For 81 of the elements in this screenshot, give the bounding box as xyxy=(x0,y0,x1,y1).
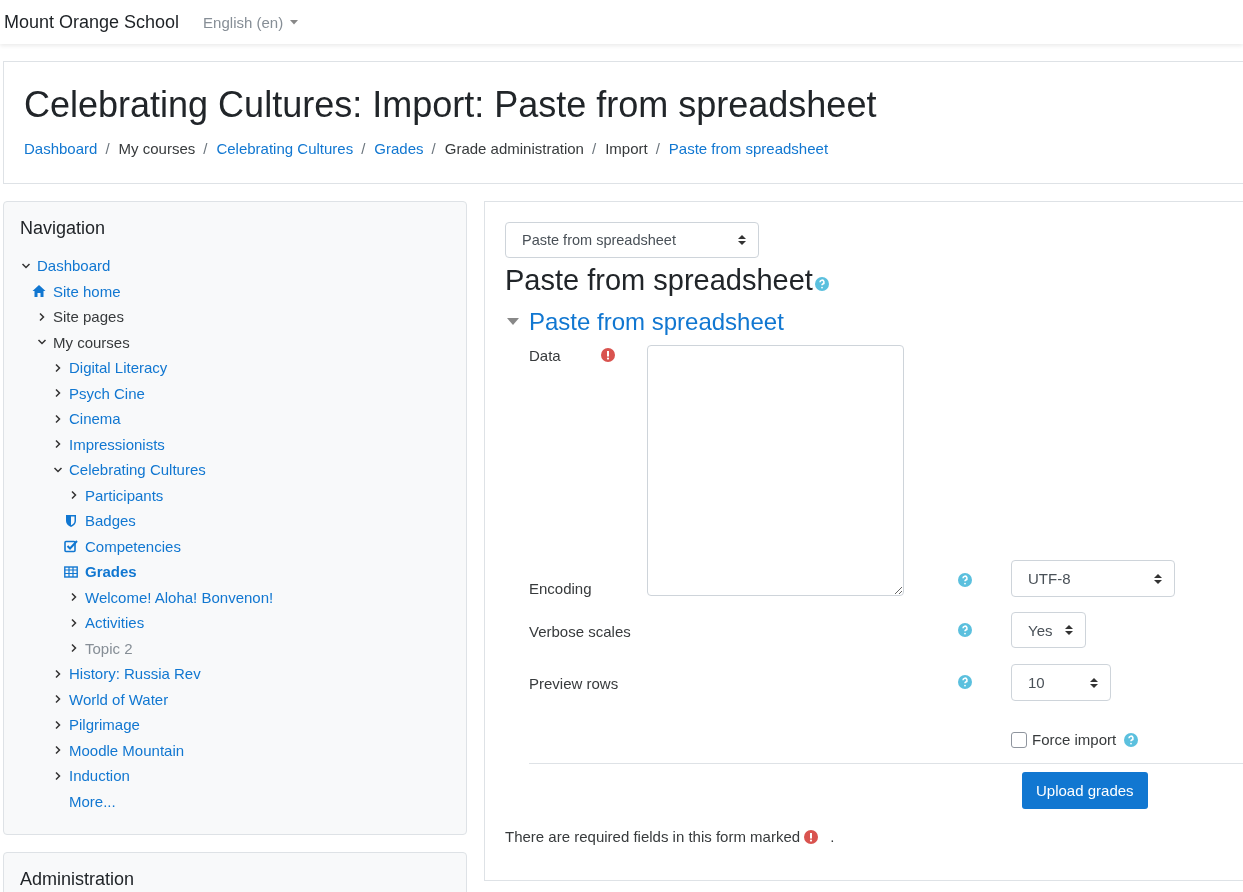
nav-item[interactable]: Psych Cine xyxy=(69,384,145,402)
nav-item[interactable]: Activities xyxy=(85,614,145,632)
chevron-right-icon[interactable] xyxy=(53,694,63,705)
block-title: Administration xyxy=(20,869,136,890)
chevron-right-icon[interactable] xyxy=(53,413,63,424)
nav-item[interactable]: Dashboard xyxy=(37,257,111,275)
chevron-right-icon[interactable] xyxy=(53,388,63,399)
caret-icon xyxy=(290,19,299,25)
nav-item[interactable]: Site home xyxy=(53,282,121,300)
required-icon xyxy=(804,829,819,844)
chevron-right-icon[interactable] xyxy=(69,592,79,603)
chevron-right-icon[interactable] xyxy=(69,490,79,501)
verbose-scales-select[interactable]: Yes xyxy=(1011,612,1086,648)
collapse-triangle-icon[interactable] xyxy=(507,318,519,326)
nav-item[interactable]: Cinema xyxy=(69,410,121,428)
breadcrumb-link[interactable]: Dashboard xyxy=(24,140,98,157)
chevron-right-icon[interactable] xyxy=(53,745,63,756)
breadcrumb-separator: / xyxy=(591,140,597,157)
nav-item[interactable]: Pilgrimage xyxy=(69,716,140,734)
import-type-select[interactable]: Paste from spreadsheet xyxy=(505,222,759,258)
section-title[interactable]: Paste from spreadsheet xyxy=(529,308,784,336)
home-icon xyxy=(32,284,46,299)
nav-item[interactable]: Induction xyxy=(69,767,130,785)
chevron-right-icon[interactable] xyxy=(53,719,63,730)
checkbox-label: Force import xyxy=(1032,731,1117,748)
table-icon xyxy=(64,564,78,579)
chevron-right-icon[interactable] xyxy=(53,770,63,781)
field-label: Verbose scales xyxy=(529,623,631,640)
nav-item[interactable]: Moodle Mountain xyxy=(69,741,185,759)
breadcrumb-link[interactable]: Grades xyxy=(374,140,424,157)
page-title: Celebrating Cultures: Import: Paste from spreadsheet xyxy=(24,84,878,126)
required-fields-note: There are required fields in this form marked xyxy=(505,828,801,845)
encoding-select[interactable]: UTF-8 xyxy=(1011,560,1175,597)
breadcrumb-separator: / xyxy=(431,140,436,157)
field-label: Data xyxy=(529,346,561,364)
select-arrows-icon xyxy=(1090,676,1098,689)
page-heading: Paste from spreadsheet xyxy=(505,264,813,297)
chevron-right-icon[interactable] xyxy=(53,362,63,373)
note-period: . xyxy=(830,828,835,845)
breadcrumb-separator: / xyxy=(105,140,110,157)
nav-item[interactable]: My courses xyxy=(53,333,130,351)
chevron-right-icon[interactable] xyxy=(37,311,47,322)
breadcrumb-separator: / xyxy=(203,140,208,157)
nav-item[interactable]: Site pages xyxy=(53,308,124,326)
chevron-right-icon[interactable] xyxy=(69,617,79,628)
required-icon xyxy=(601,348,615,362)
breadcrumb-label: My courses xyxy=(118,140,196,157)
select-arrows-icon xyxy=(1065,624,1073,636)
language-menu[interactable]: English (en) xyxy=(203,13,299,31)
select-arrows-icon xyxy=(1154,572,1162,585)
nav-item[interactable]: Impressionists xyxy=(69,435,165,453)
checkbox-icon xyxy=(64,539,78,554)
nav-item[interactable]: Badges xyxy=(85,512,136,530)
force-import-checkbox[interactable] xyxy=(1011,731,1027,748)
field-label: Encoding xyxy=(529,579,592,597)
shield-icon xyxy=(64,513,78,528)
chevron-right-icon[interactable] xyxy=(53,668,63,679)
chevron-right-icon[interactable] xyxy=(53,439,63,450)
site-name[interactable]: Mount Orange School xyxy=(4,11,180,33)
nav-item[interactable]: Celebrating Cultures xyxy=(69,461,206,479)
breadcrumb-label: Import xyxy=(605,140,648,157)
nav-item[interactable]: History: Russia Rev xyxy=(69,665,201,683)
block-title: Navigation xyxy=(20,218,107,239)
breadcrumb-link[interactable]: Celebrating Cultures xyxy=(216,140,354,157)
nav-item[interactable]: Competencies xyxy=(85,537,181,555)
preview-rows-select[interactable]: 10 xyxy=(1011,664,1111,701)
nav-item[interactable]: Digital Literacy xyxy=(69,359,168,377)
upload-grades-button[interactable]: Upload grades xyxy=(1022,772,1148,809)
breadcrumb-separator: / xyxy=(361,140,366,157)
nav-item[interactable]: World of Water xyxy=(69,690,169,708)
nav-item[interactable]: More... xyxy=(69,792,116,810)
field-label: Preview rows xyxy=(529,675,619,692)
nav-item[interactable]: Topic 2 xyxy=(85,639,133,657)
nav-item[interactable]: Grades xyxy=(85,563,137,581)
nav-item[interactable]: Participants xyxy=(85,486,164,504)
breadcrumb-link[interactable]: Paste from spreadsheet xyxy=(668,140,829,157)
nav-item[interactable]: Welcome! Aloha! Bonvenon! xyxy=(85,588,274,606)
chevron-right-icon[interactable] xyxy=(69,643,79,654)
breadcrumb-label: Grade administration xyxy=(444,140,584,157)
breadcrumb-separator: / xyxy=(655,140,660,157)
select-arrows-icon xyxy=(738,234,746,246)
